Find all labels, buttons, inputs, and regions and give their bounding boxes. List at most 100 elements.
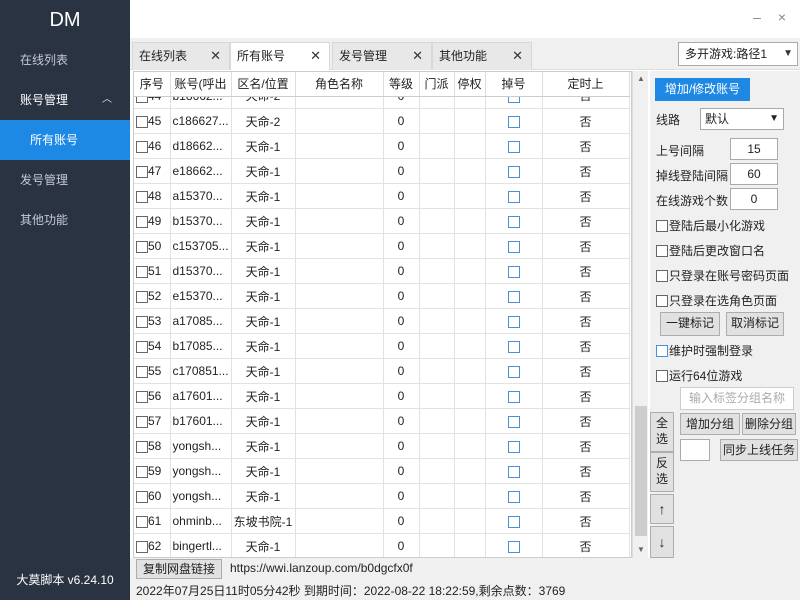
dropped-checkbox[interactable] <box>507 515 520 528</box>
level-cell[interactable]: 0 <box>383 233 420 259</box>
zone-cell[interactable]: 天命-1 <box>231 308 296 334</box>
column-header[interactable]: 定时上 <box>542 72 630 97</box>
rename-window-checkbox[interactable]: 登陆后更改窗口名 <box>656 242 765 259</box>
table-row[interactable]: 55 c170851... 天命-1 0 否 <box>134 358 630 384</box>
row-checkbox[interactable] <box>136 540 148 553</box>
relogin-interval-input[interactable]: 60 <box>730 163 778 185</box>
row-checkbox[interactable] <box>136 165 148 178</box>
banned-cell[interactable] <box>454 508 486 534</box>
table-row[interactable]: 51 d15370... 天命-1 0 否 <box>134 258 630 284</box>
sidebar-item-issue-management[interactable]: 发号管理 <box>0 160 130 200</box>
tab-online-list[interactable]: 在线列表 ✕ <box>132 42 230 70</box>
table-row[interactable]: 49 b15370... 天命-1 0 否 <box>134 208 630 234</box>
level-cell[interactable]: 0 <box>383 383 420 409</box>
checkbox-box[interactable] <box>656 244 668 257</box>
row-checkbox[interactable] <box>136 340 148 353</box>
id-cell[interactable]: 49 <box>134 208 171 234</box>
role-name-cell[interactable] <box>295 333 384 359</box>
row-checkbox[interactable] <box>136 415 148 428</box>
dropped-cell[interactable] <box>485 483 543 509</box>
close-button[interactable]: × <box>772 8 792 28</box>
zone-cell[interactable]: 天命-1 <box>231 383 296 409</box>
checkbox-box[interactable] <box>656 369 668 382</box>
dropped-cell[interactable] <box>485 458 543 484</box>
table-row[interactable]: 57 b17601... 天命-1 0 否 <box>134 408 630 434</box>
game-path-select[interactable]: 多开游戏:路径1 ▼ <box>678 42 798 66</box>
close-icon[interactable]: ✕ <box>512 43 523 69</box>
banned-cell[interactable] <box>454 208 486 234</box>
level-cell[interactable]: 0 <box>383 283 420 309</box>
tab-all-accounts[interactable]: 所有账号 ✕ <box>230 42 330 70</box>
column-header[interactable]: 账号(呼出 <box>170 72 232 97</box>
dropped-cell[interactable] <box>485 383 543 409</box>
sect-cell[interactable] <box>419 458 455 484</box>
invert-select-button[interactable]: 反选 <box>650 452 674 492</box>
row-checkbox[interactable] <box>136 515 148 528</box>
sect-cell[interactable] <box>419 183 455 209</box>
sidebar-item-all-accounts[interactable]: 所有账号 <box>0 120 130 160</box>
online-count-input[interactable]: 0 <box>730 188 778 210</box>
level-cell[interactable]: 0 <box>383 358 420 384</box>
zone-cell[interactable]: 天命-1 <box>231 458 296 484</box>
role-name-cell[interactable] <box>295 233 384 259</box>
level-cell[interactable]: 0 <box>383 108 420 134</box>
sidebar-item-other-functions[interactable]: 其他功能 <box>0 200 130 240</box>
account-cell[interactable]: e18662... <box>170 158 232 184</box>
column-header[interactable]: 角色名称 <box>295 72 384 97</box>
banned-cell[interactable] <box>454 458 486 484</box>
table-row[interactable]: 48 a15370... 天命-1 0 否 <box>134 183 630 209</box>
id-cell[interactable]: 48 <box>134 183 171 209</box>
group-number-input[interactable] <box>680 439 710 461</box>
banned-cell[interactable] <box>454 108 486 134</box>
timed-cell[interactable]: 否 <box>542 508 630 534</box>
role-name-cell[interactable] <box>295 96 384 109</box>
timed-cell[interactable]: 否 <box>542 458 630 484</box>
dropped-cell[interactable] <box>485 158 543 184</box>
sect-cell[interactable] <box>419 96 455 109</box>
column-header[interactable]: 掉号 <box>485 72 543 97</box>
dropped-cell[interactable] <box>485 408 543 434</box>
dropped-checkbox[interactable] <box>507 96 520 103</box>
role-name-cell[interactable] <box>295 283 384 309</box>
role-name-cell[interactable] <box>295 258 384 284</box>
account-cell[interactable]: bingertl... <box>170 533 232 557</box>
dropped-checkbox[interactable] <box>507 390 520 403</box>
timed-cell[interactable]: 否 <box>542 483 630 509</box>
role-name-cell[interactable] <box>295 108 384 134</box>
column-header[interactable]: 区名/位置 <box>231 72 296 97</box>
timed-cell[interactable]: 否 <box>542 383 630 409</box>
sect-cell[interactable] <box>419 158 455 184</box>
zone-cell[interactable]: 天命-1 <box>231 483 296 509</box>
dropped-checkbox[interactable] <box>507 215 520 228</box>
id-cell[interactable]: 51 <box>134 258 171 284</box>
level-cell[interactable]: 0 <box>383 433 420 459</box>
timed-cell[interactable]: 否 <box>542 158 630 184</box>
account-cell[interactable]: a17601... <box>170 383 232 409</box>
banned-cell[interactable] <box>454 408 486 434</box>
column-header[interactable]: 停权 <box>454 72 486 97</box>
level-cell[interactable]: 0 <box>383 158 420 184</box>
timed-cell[interactable]: 否 <box>542 258 630 284</box>
tab-issue-management[interactable]: 发号管理 ✕ <box>332 42 432 70</box>
mark-all-button[interactable]: 一键标记 <box>660 312 720 336</box>
tab-other-functions[interactable]: 其他功能 ✕ <box>432 42 532 70</box>
banned-cell[interactable] <box>454 383 486 409</box>
account-cell[interactable]: ohminb... <box>170 508 232 534</box>
move-up-button[interactable]: ↑ <box>650 494 674 524</box>
sect-cell[interactable] <box>419 358 455 384</box>
sync-online-task-button[interactable]: 同步上线任务 <box>720 439 798 461</box>
banned-cell[interactable] <box>454 133 486 159</box>
table-row[interactable]: 45 c186627... 天命-2 0 否 <box>134 108 630 134</box>
account-cell[interactable]: b18662... <box>170 96 232 109</box>
account-cell[interactable]: c153705... <box>170 233 232 259</box>
table-row[interactable]: 54 b17085... 天命-1 0 否 <box>134 333 630 359</box>
minimize-after-login-checkbox[interactable]: 登陆后最小化游戏 <box>656 217 765 234</box>
zone-cell[interactable]: 天命-1 <box>231 358 296 384</box>
row-checkbox[interactable] <box>136 240 148 253</box>
download-link[interactable]: https://wwi.lanzoup.com/b0dgcfx0f <box>230 561 413 575</box>
table-row[interactable]: 59 yongsh... 天命-1 0 否 <box>134 458 630 484</box>
banned-cell[interactable] <box>454 483 486 509</box>
account-cell[interactable]: d15370... <box>170 258 232 284</box>
level-cell[interactable]: 0 <box>383 408 420 434</box>
add-edit-account-button[interactable]: 增加/修改账号 <box>655 78 750 101</box>
